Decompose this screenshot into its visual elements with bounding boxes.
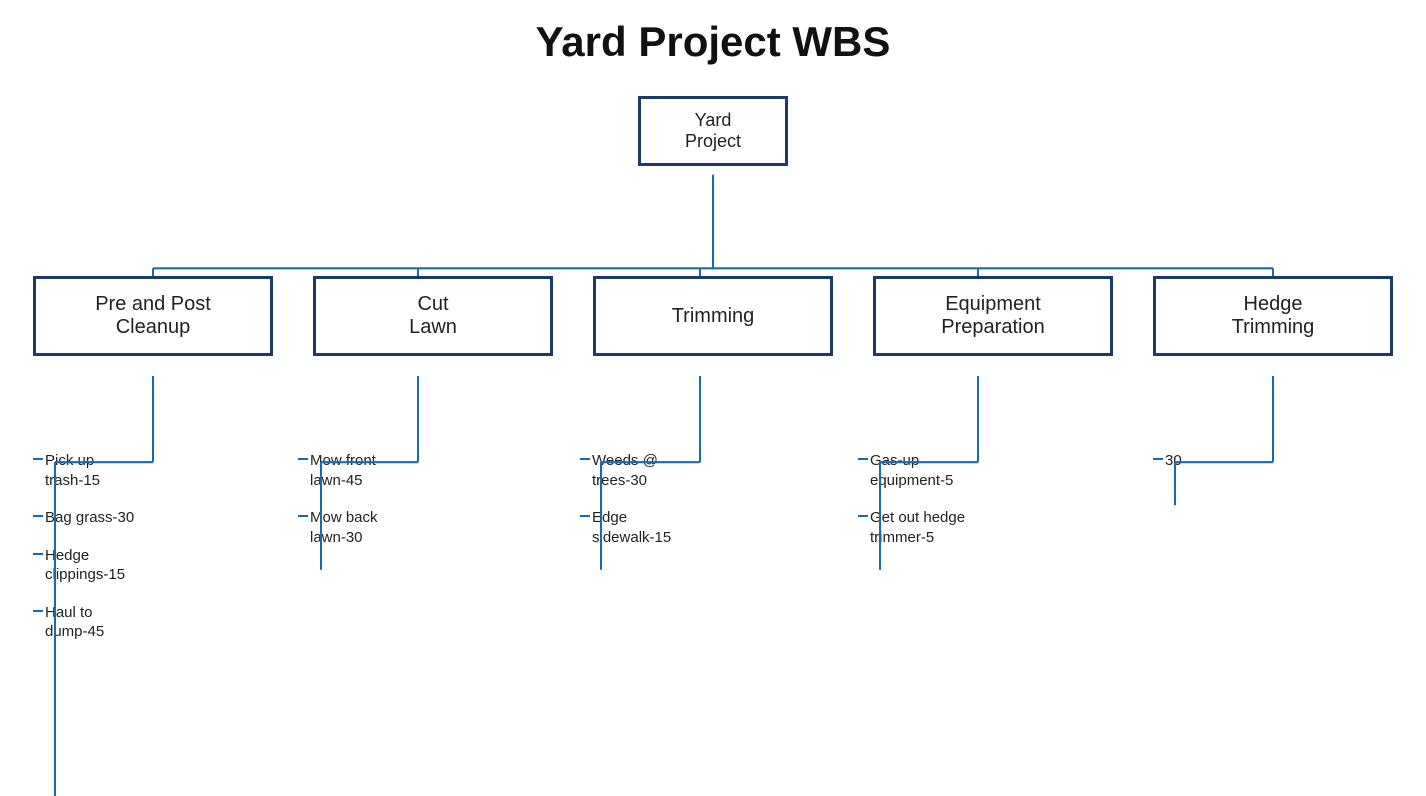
children-col-4: 30 <box>1153 451 1182 471</box>
page-title: Yard Project WBS <box>536 18 891 66</box>
child-hedge-clippings: Hedgeclippings-15 <box>33 546 134 585</box>
children-col-0: Pick uptrash-15 Bag grass-30 Hedgeclippi… <box>33 451 134 642</box>
child-bag-grass: Bag grass-30 <box>33 508 134 528</box>
node-trimming: Trimming <box>593 276 833 356</box>
level2-row: Pre and Post Cleanup Cut Lawn Trimming E… <box>23 276 1403 356</box>
children-col-1: Mow frontlawn-45 Mow backlawn-30 <box>298 451 378 547</box>
child-weeds-trees: Weeds @trees-30 <box>580 451 671 490</box>
child-mow-front: Mow frontlawn-45 <box>298 451 378 490</box>
child-edge-sidewalk: Edgesidewalk-15 <box>580 508 671 547</box>
children-col-2: Weeds @trees-30 Edgesidewalk-15 <box>580 451 671 547</box>
wbs-diagram: Yard Project Pre and Post Cleanup Cut La… <box>23 96 1403 796</box>
child-get-hedge-trimmer: Get out hedgetrimmer-5 <box>858 508 965 547</box>
node-equipment-prep: Equipment Preparation <box>873 276 1113 356</box>
root-node: Yard Project <box>638 96 788 166</box>
child-haul-to-dump: Haul todump-45 <box>33 603 134 642</box>
child-pick-up-trash: Pick uptrash-15 <box>33 451 134 490</box>
node-pre-post-cleanup: Pre and Post Cleanup <box>33 276 273 356</box>
node-cut-lawn: Cut Lawn <box>313 276 553 356</box>
children-col-3: Gas-upequipment-5 Get out hedgetrimmer-5 <box>858 451 965 547</box>
child-hedge-30: 30 <box>1153 451 1182 471</box>
node-hedge-trimming: Hedge Trimming <box>1153 276 1393 356</box>
child-gas-up: Gas-upequipment-5 <box>858 451 965 490</box>
child-mow-back: Mow backlawn-30 <box>298 508 378 547</box>
